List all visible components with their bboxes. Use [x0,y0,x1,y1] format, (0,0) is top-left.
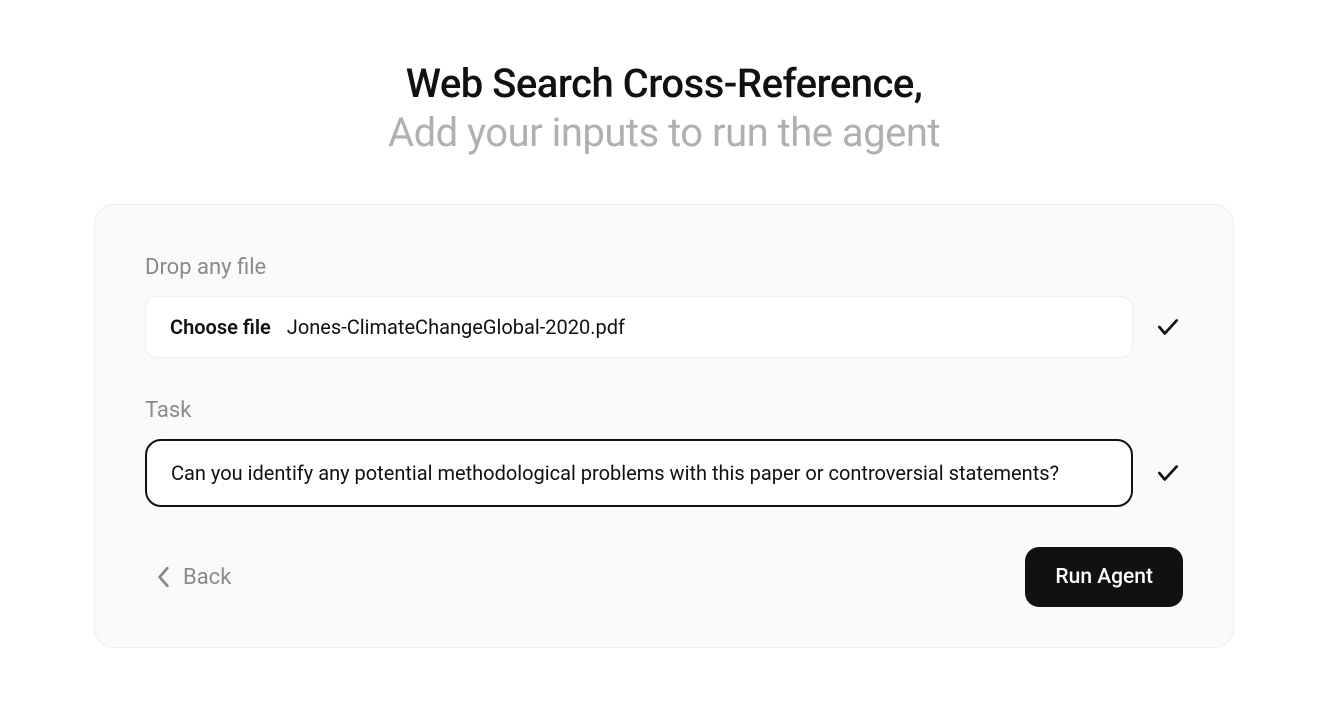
file-field-label: Drop any file [145,255,1183,280]
choose-file-label: Choose file [170,315,271,339]
check-icon [1153,312,1183,342]
back-button-label: Back [183,565,231,590]
page-header: Web Search Cross-Reference, Add your inp… [388,60,940,156]
file-field-row: Choose file Jones-ClimateChangeGlobal-20… [145,296,1183,358]
file-field-section: Drop any file Choose file Jones-ClimateC… [145,255,1183,358]
card-footer: Back Run Agent [145,547,1183,607]
check-icon [1153,458,1183,488]
selected-file-name: Jones-ClimateChangeGlobal-2020.pdf [287,315,625,339]
page-title: Web Search Cross-Reference, [388,60,940,107]
task-field-row [145,439,1183,507]
agent-inputs-card: Drop any file Choose file Jones-ClimateC… [94,204,1234,648]
chevron-left-icon [157,566,171,588]
page-subtitle: Add your inputs to run the agent [388,109,940,156]
task-field-label: Task [145,398,1183,423]
run-agent-button[interactable]: Run Agent [1025,547,1183,607]
file-input[interactable]: Choose file Jones-ClimateChangeGlobal-20… [145,296,1133,358]
task-field-section: Task [145,398,1183,507]
back-button[interactable]: Back [145,557,243,598]
task-input[interactable] [145,439,1133,507]
